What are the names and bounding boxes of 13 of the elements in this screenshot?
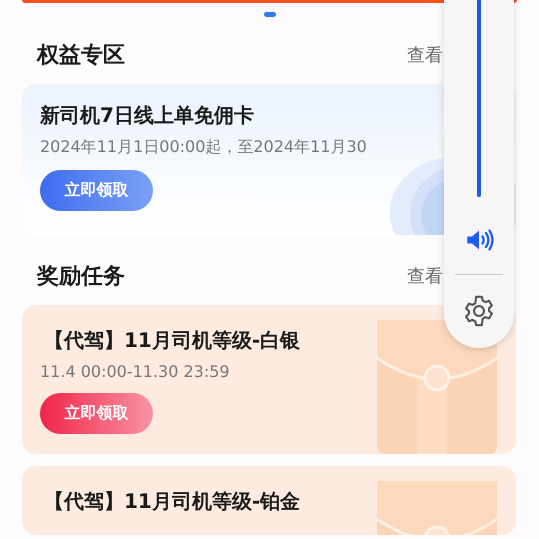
- settings-icon[interactable]: [462, 294, 496, 328]
- section-title: 奖励任务: [37, 263, 125, 291]
- claim-button[interactable]: 立即领取: [40, 393, 153, 434]
- card-title: 【代驾】11月司机等级-白银: [44, 327, 302, 354]
- view-more-link[interactable]: 查看: [407, 43, 443, 67]
- section-title: 权益专区: [37, 42, 125, 70]
- card-title: 【代驾】11月司机等级-铂金: [44, 488, 302, 515]
- validity-period: 2024年11月1日00:00起，至2024年11月30: [40, 137, 368, 158]
- volume-slider[interactable]: [477, 0, 481, 197]
- card-title: 新司机7日线上单免佣卡: [40, 102, 255, 129]
- claim-button[interactable]: 立即领取: [40, 170, 153, 211]
- view-more-link[interactable]: 查看: [407, 264, 443, 288]
- validity-period: 11.4 00:00-11.30 23:59: [40, 362, 231, 381]
